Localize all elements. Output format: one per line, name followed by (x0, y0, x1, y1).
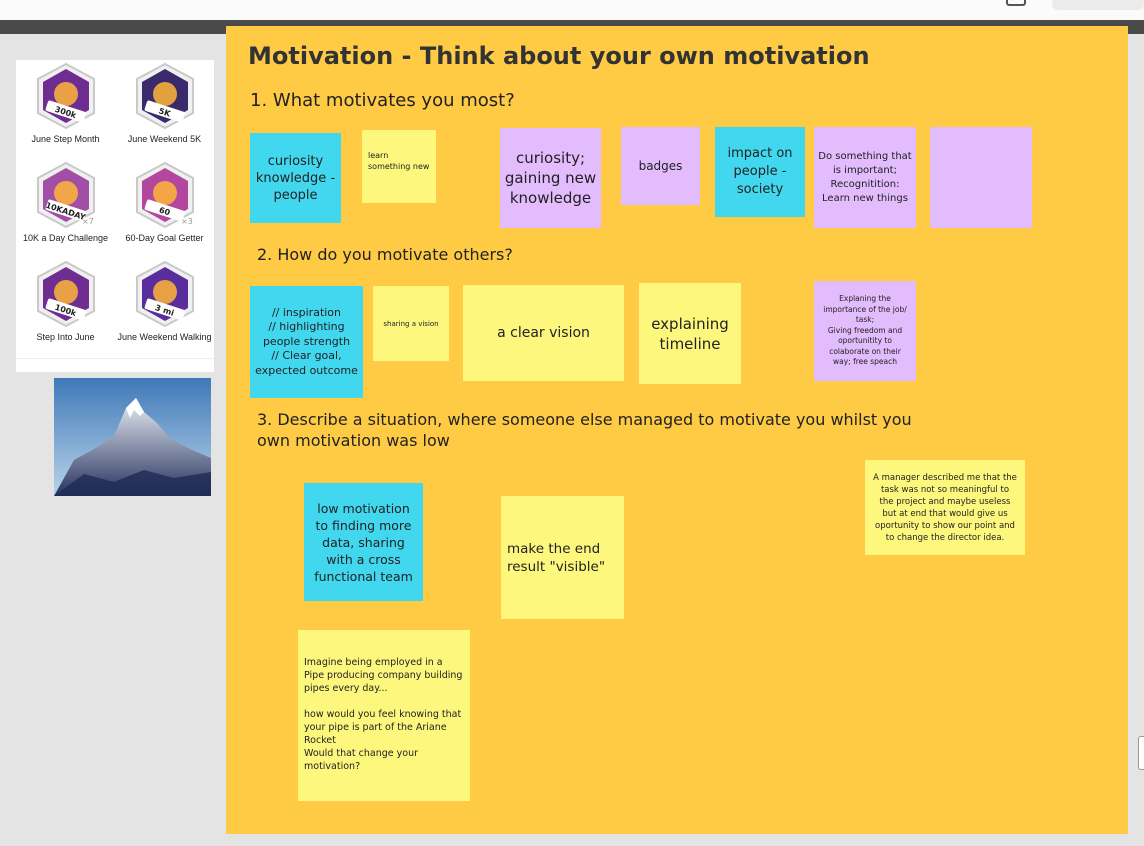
badge[interactable]: 300k June Step Month (16, 60, 115, 144)
badge-label: June Step Month (31, 134, 100, 144)
sticky-note[interactable]: badges (621, 127, 700, 205)
sticky-note[interactable]: low motivation to finding more data, sha… (304, 483, 423, 601)
badge[interactable]: 3 mi June Weekend Walking (115, 258, 214, 342)
badge-multiplier: ×3 (181, 217, 193, 226)
question-1: 1. What motivates you most? (250, 90, 515, 111)
toolbar-pill-button[interactable] (1052, 0, 1144, 10)
runner-badge-icon: 300k (36, 62, 95, 130)
shoe-badge-icon: 5K (135, 62, 194, 130)
badge-label: 60-Day Goal Getter (125, 233, 204, 243)
sticky-note[interactable]: Imagine being employed in a Pipe produci… (298, 630, 470, 801)
scroll-handle[interactable] (1138, 736, 1144, 770)
badge-label: June Weekend Walking (117, 332, 212, 342)
sticky-note[interactable]: // inspiration // highlighting people st… (250, 286, 363, 398)
badge[interactable]: 100k Step Into June (16, 258, 115, 342)
sticky-note[interactable]: sharing a vision (373, 286, 449, 361)
runner-badge-icon: 100k (36, 260, 95, 328)
sticky-note[interactable]: curiosity; gaining new knowledge (500, 128, 601, 228)
badge[interactable]: 5K June Weekend 5K (115, 60, 214, 144)
panel-divider (16, 358, 214, 372)
sticky-note[interactable]: learn something new (362, 130, 436, 203)
sticky-note[interactable]: A manager described me that the task was… (865, 460, 1025, 555)
sticky-note[interactable]: Explaning the importance of the job/ tas… (814, 281, 916, 381)
badges-panel: 300k June Step Month 5K June Weekend 5K 10KA… (16, 60, 214, 372)
sticky-note[interactable]: curiosity knowledge - people (250, 133, 341, 223)
badge-label: June Weekend 5K (127, 134, 202, 144)
sticky-note-empty[interactable] (930, 127, 1032, 228)
top-toolbar (0, 0, 1144, 20)
sticky-note[interactable]: a clear vision (463, 285, 624, 381)
badge[interactable]: 10KADAY 10K a Day Challenge ×7 (16, 159, 115, 243)
question-3: 3. Describe a situation, where someone e… (257, 410, 912, 450)
window-icon[interactable] (1006, 0, 1026, 6)
mountain-image (54, 378, 211, 496)
badge[interactable]: 60 60-Day Goal Getter ×3 (115, 159, 214, 243)
sticky-note[interactable]: Do something that is important; Recognit… (814, 127, 916, 228)
badge-multiplier: ×7 (82, 217, 94, 226)
sticky-note[interactable]: explaining timeline (639, 283, 741, 384)
badge-label: Step Into June (36, 332, 95, 342)
sticky-note[interactable]: make the end result "visible" (501, 496, 624, 619)
board-title: Motivation - Think about your own motiva… (248, 42, 870, 70)
question-2: 2. How do you motivate others? (257, 245, 513, 264)
walk-badge-icon: 3 mi (135, 260, 194, 328)
sticky-note[interactable]: impact on people - society (715, 127, 805, 217)
motivation-board: Motivation - Think about your own motiva… (226, 26, 1128, 834)
badge-label: 10K a Day Challenge (22, 233, 109, 243)
